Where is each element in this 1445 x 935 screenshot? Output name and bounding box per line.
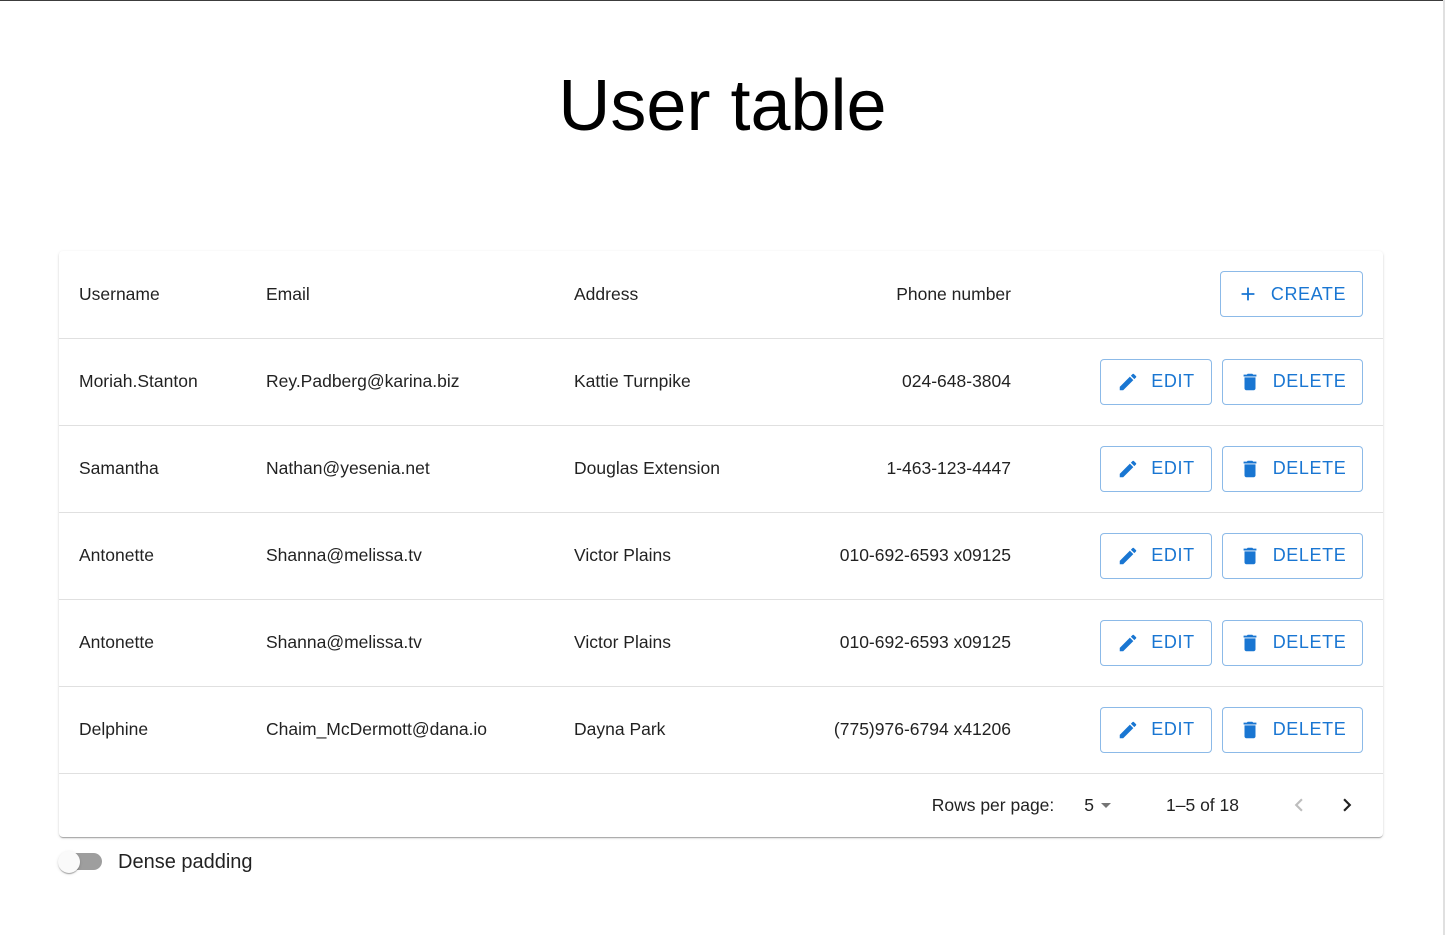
header-phone-number: Phone number xyxy=(754,251,1011,339)
pencil-icon xyxy=(1120,460,1137,477)
user-table: Username Email Address Phone number CREA… xyxy=(59,251,1383,774)
delete-button-label: DELETE xyxy=(1272,371,1347,391)
cell-username: Antonette xyxy=(59,599,246,687)
delete-button-label: DELETE xyxy=(1272,719,1347,739)
pencil-icon xyxy=(1120,721,1137,738)
page-title: User table xyxy=(558,66,887,146)
trash-icon xyxy=(1243,373,1257,390)
cell-username: Moriah.Stanton xyxy=(59,338,246,426)
cell-username: Delphine xyxy=(59,686,246,774)
table-row: Antonette Shanna@melissa.tv Victor Plains 0… xyxy=(59,512,1383,600)
cell-address: Kattie Turnpike xyxy=(554,338,754,426)
delete-button[interactable]: DELETE xyxy=(1222,358,1363,405)
cell-actions: EDIT DELETE xyxy=(1011,599,1383,687)
delete-button[interactable]: DELETE xyxy=(1222,532,1363,579)
cell-phone-number: 010-692-6593 x09125 xyxy=(754,599,1011,687)
edit-button-label: EDIT xyxy=(1151,371,1195,391)
dense-padding-control: Dense padding xyxy=(56,845,253,879)
cell-phone-number: 024-648-3804 xyxy=(754,338,1011,426)
edit-button[interactable]: EDIT xyxy=(1100,532,1212,579)
chevron-right-icon xyxy=(1343,798,1352,812)
edit-button[interactable]: EDIT xyxy=(1100,445,1212,492)
header-actions: CREATE xyxy=(1011,251,1383,339)
cell-username: Samantha xyxy=(59,425,246,513)
trash-icon xyxy=(1243,634,1257,651)
pagination-range: 1–5 of 18 xyxy=(1166,794,1239,815)
table-row: Delphine Chaim_McDermott@dana.io Dayna Par… xyxy=(59,686,1383,774)
rows-per-page-label: Rows per page: xyxy=(931,794,1055,815)
table-row: Antonette Shanna@melissa.tv Victor Plains 0… xyxy=(59,599,1383,687)
table-header-row: Username Email Address Phone number CREA… xyxy=(59,251,1383,339)
cell-address: Douglas Extension xyxy=(554,425,754,513)
edit-button-label: EDIT xyxy=(1151,545,1195,565)
table-pagination: Rows per page: 5 1–5 of 18 xyxy=(59,773,1383,837)
delete-button[interactable]: DELETE xyxy=(1222,619,1363,666)
delete-button[interactable]: DELETE xyxy=(1222,706,1363,753)
next-page-button[interactable] xyxy=(1323,781,1371,829)
edit-button-label: EDIT xyxy=(1151,458,1195,478)
edit-button[interactable]: EDIT xyxy=(1100,706,1212,753)
header-email: Email xyxy=(246,251,554,339)
edit-button-label: EDIT xyxy=(1151,719,1195,739)
pencil-icon xyxy=(1120,634,1137,651)
delete-button-label: DELETE xyxy=(1272,458,1347,478)
cell-address: Victor Plains xyxy=(554,599,754,687)
trash-icon xyxy=(1243,721,1257,738)
user-table-container: Username Email Address Phone number CREA… xyxy=(59,251,1383,837)
delete-button-label: DELETE xyxy=(1272,632,1347,652)
pencil-icon xyxy=(1120,373,1137,390)
dense-padding-switch[interactable] xyxy=(56,845,104,879)
edit-button-label: EDIT xyxy=(1151,632,1195,652)
table-row: Moriah.Stanton Rey.Padberg@karina.biz Katt… xyxy=(59,338,1383,426)
create-button-label: CREATE xyxy=(1270,283,1347,304)
previous-page-button[interactable] xyxy=(1275,781,1323,829)
cell-phone-number: 010-692-6593 x09125 xyxy=(754,512,1011,600)
chevron-left-icon xyxy=(1294,798,1303,812)
window-top-border xyxy=(0,0,1445,1)
delete-button-label: DELETE xyxy=(1272,545,1347,565)
rows-per-page-value: 5 xyxy=(1084,794,1095,815)
cell-actions: EDIT DELETE xyxy=(1011,686,1383,774)
cell-email: Shanna@melissa.tv xyxy=(246,512,554,600)
cell-phone-number: 1-463-123-4447 xyxy=(754,425,1011,513)
delete-button[interactable]: DELETE xyxy=(1222,445,1363,492)
create-button[interactable]: CREATE xyxy=(1220,271,1363,318)
cell-email: Rey.Padberg@karina.biz xyxy=(246,338,554,426)
edit-button[interactable]: EDIT xyxy=(1100,619,1212,666)
pencil-icon xyxy=(1120,547,1137,564)
edit-button[interactable]: EDIT xyxy=(1100,358,1212,405)
trash-icon xyxy=(1243,547,1257,564)
cell-email: Shanna@melissa.tv xyxy=(246,599,554,687)
switch-thumb[interactable] xyxy=(58,851,80,873)
cell-address: Dayna Park xyxy=(554,686,754,774)
rows-per-page-select[interactable]: 5 xyxy=(1084,793,1118,817)
trash-icon xyxy=(1243,460,1257,477)
cell-actions: EDIT DELETE xyxy=(1011,425,1383,513)
cell-phone-number: (775)976-6794 x41206 xyxy=(754,686,1011,774)
cell-address: Victor Plains xyxy=(554,512,754,600)
cell-actions: EDIT DELETE xyxy=(1011,512,1383,600)
table-row: Samantha Nathan@yesenia.net Douglas Extens… xyxy=(59,425,1383,513)
dense-padding-label: Dense padding xyxy=(118,850,253,873)
cell-email: Chaim_McDermott@dana.io xyxy=(246,686,554,774)
plus-icon xyxy=(1241,287,1255,301)
caret-down-icon xyxy=(1101,803,1112,808)
cell-username: Antonette xyxy=(59,512,246,600)
cell-email: Nathan@yesenia.net xyxy=(246,425,554,513)
cell-actions: EDIT DELETE xyxy=(1011,338,1383,426)
header-address: Address xyxy=(554,251,754,339)
header-username: Username xyxy=(59,251,246,339)
